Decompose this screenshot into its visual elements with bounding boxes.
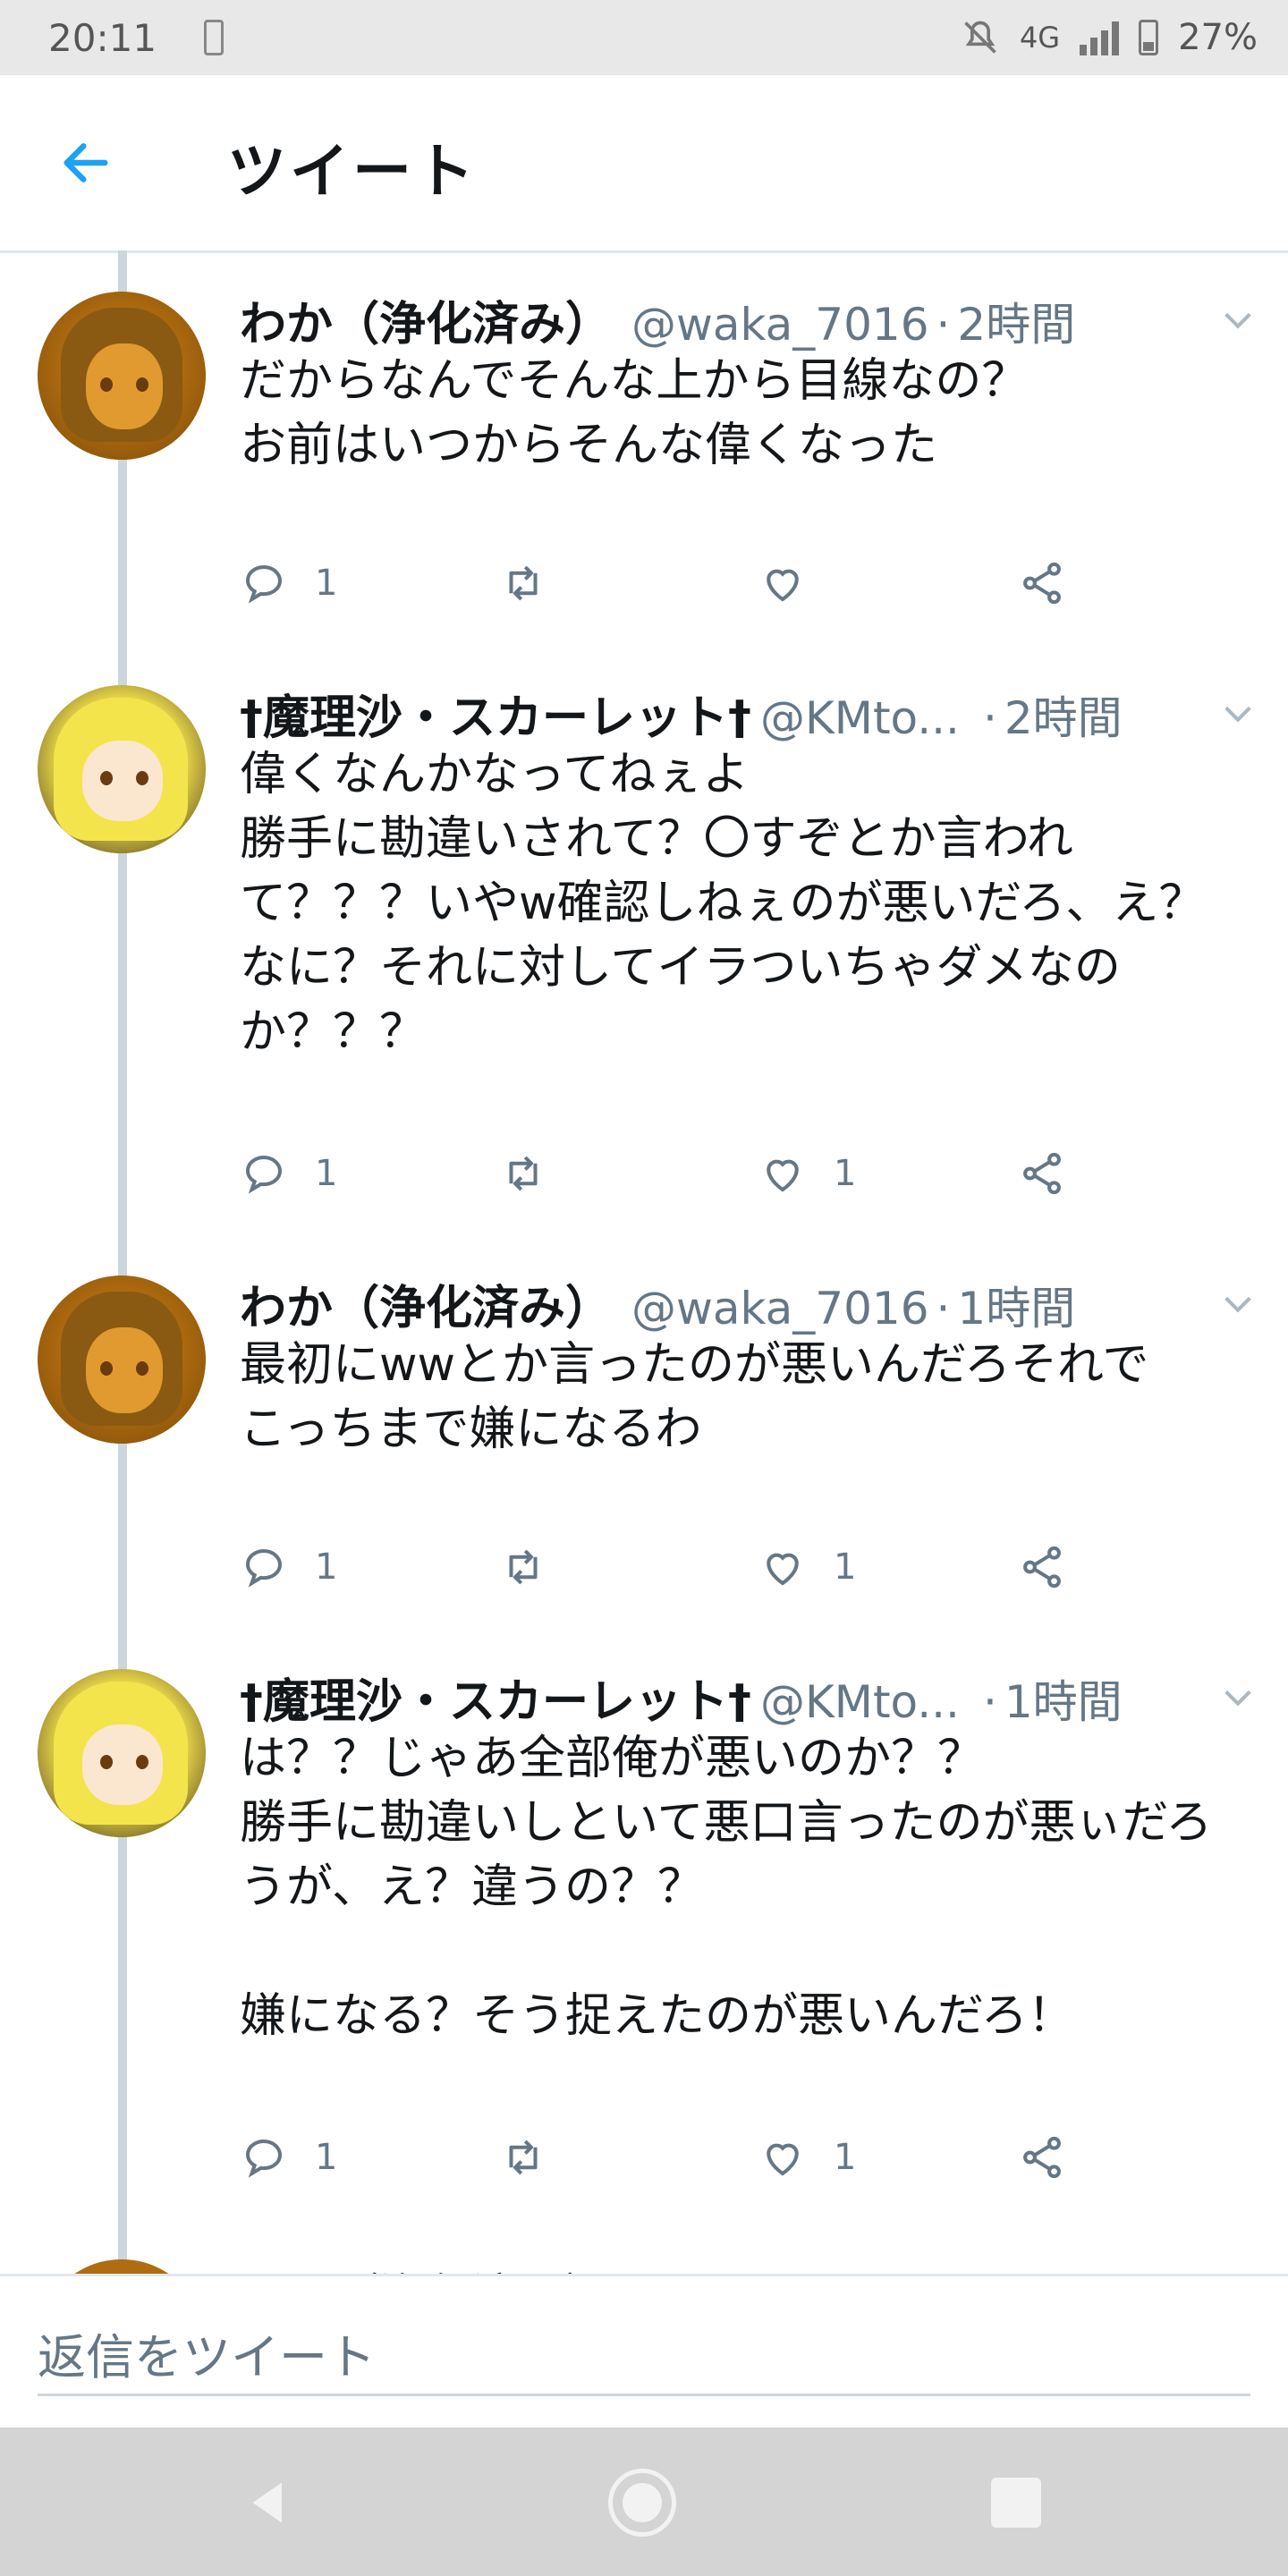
battery-icon — [1139, 20, 1159, 55]
heart-icon — [767, 1159, 799, 1192]
avatar[interactable] — [38, 1669, 206, 1837]
reply-count: 1 — [315, 563, 338, 604]
heart-icon — [767, 569, 799, 602]
reply-icon — [245, 2139, 283, 2178]
reply-button[interactable]: 1 — [240, 556, 337, 610]
tweet-text: だからなんでそんな上から目線なの？ お前はいつからそんな偉くなった — [240, 354, 1029, 472]
tweet-actions: 1 1 — [240, 2131, 1134, 2184]
like-button[interactable] — [758, 556, 834, 610]
tweet[interactable]: わか（浄化済み） @waka_7016 · 2時間 だからなんでそんな上から目線… — [0, 250, 1288, 644]
tweet-author-name[interactable]: †魔理沙・スカーレット† — [240, 1664, 751, 1731]
share-button[interactable] — [1018, 556, 1066, 610]
battery-percent: 27% — [1178, 17, 1258, 58]
retweet-button[interactable] — [499, 1147, 574, 1200]
like-button[interactable]: 1 — [758, 1540, 856, 1594]
like-button[interactable]: 1 — [758, 1147, 856, 1200]
tweet-time: 1時間 — [957, 1283, 1076, 1335]
tweet-time: 1時間 — [1004, 1676, 1123, 1728]
chevron-down-icon[interactable] — [1220, 1680, 1256, 1716]
avatar[interactable] — [38, 292, 206, 460]
share-button[interactable] — [1018, 2131, 1066, 2184]
share-icon — [1023, 2136, 1061, 2179]
tweet-time: 2時間 — [957, 299, 1076, 351]
status-bar: 20:11 4G 27% — [0, 0, 1288, 75]
like-button[interactable]: 1 — [758, 2131, 856, 2184]
app-header: ツイート — [0, 75, 1288, 253]
reply-icon — [245, 1155, 283, 1194]
tweet-author-name[interactable]: わか（浄化済み） — [240, 286, 612, 353]
heart-icon — [767, 2143, 799, 2176]
retweet-button[interactable] — [499, 556, 574, 610]
mute-bell-icon — [964, 21, 996, 54]
chevron-down-icon[interactable] — [1220, 1286, 1256, 1322]
tweet-author-handle[interactable]: @KMto... — [760, 1676, 960, 1728]
share-icon — [1023, 1152, 1061, 1195]
tweet-author-handle[interactable]: @waka_7016 — [631, 299, 929, 351]
like-count: 1 — [834, 2137, 857, 2178]
status-time: 20:11 — [48, 16, 157, 60]
avatar[interactable] — [38, 685, 206, 853]
reply-icon — [245, 1548, 283, 1588]
heart-icon — [767, 1553, 799, 1586]
tweet[interactable]: †魔理沙・スカーレット† @KMto... · 2時間 偉くなんかなってねぇよ … — [0, 644, 1288, 1234]
tweet-author-handle[interactable]: @KMto... — [760, 692, 960, 744]
tweet-actions: 1 — [240, 556, 1134, 610]
nav-recent-apps-icon[interactable] — [991, 2478, 1041, 2528]
tweet[interactable]: わか（浄化済み） @waka_7016 · 1時間 最初にwwとか言ったのが悪い… — [0, 1234, 1288, 1628]
nav-home-icon[interactable] — [608, 2469, 676, 2537]
reply-button[interactable]: 1 — [240, 1540, 337, 1594]
retweet-icon — [509, 1156, 538, 1191]
retweet-icon — [509, 2140, 538, 2175]
arrow-left-icon[interactable] — [57, 134, 114, 191]
tweet-text: は？？じゃあ全部俺が悪いのか？？ 勝手に勘違いしといて悪口言ったのが悪ぃだろうが… — [240, 1732, 1213, 2043]
tweet-author-name[interactable]: わか（浄化済み） — [240, 1270, 612, 1337]
next-tweet-partial[interactable]: わか（浄化済み） — [0, 2254, 1288, 2275]
reply-count: 1 — [315, 2137, 338, 2178]
system-nav-bar — [0, 2428, 1288, 2576]
retweet-icon — [509, 1549, 538, 1585]
tweet-text: 最初にwwとか言ったのが悪いんだろそれで こっちまで嫌になるわ — [240, 1338, 1149, 1456]
tweet-text: 偉くなんかなってねぇよ 勝手に勘違いされて？〇すぞとか言われて？？？いやw確認し… — [240, 748, 1206, 1059]
tweet-time: 2時間 — [1004, 692, 1123, 744]
tweet-actions: 1 1 — [240, 1147, 1134, 1200]
avatar[interactable] — [38, 1275, 206, 1444]
like-count: 1 — [834, 1153, 857, 1194]
chevron-down-icon[interactable] — [1220, 302, 1256, 338]
retweet-button[interactable] — [499, 2131, 574, 2184]
reply-count: 1 — [315, 1546, 338, 1588]
share-button[interactable] — [1018, 1147, 1066, 1200]
like-count: 1 — [834, 1546, 857, 1588]
chevron-down-icon[interactable] — [1220, 696, 1256, 732]
reply-button[interactable]: 1 — [240, 1147, 337, 1200]
tweet[interactable]: †魔理沙・スカーレット† @KMto... · 1時間 は？？じゃあ全部俺が悪い… — [0, 1628, 1288, 2236]
signal-icon — [1080, 20, 1120, 55]
reply-button[interactable]: 1 — [240, 2131, 337, 2184]
status-icons: 4G 27% — [961, 16, 1258, 59]
share-icon — [1023, 562, 1061, 605]
tweet-author-name[interactable]: †魔理沙・スカーレット† — [240, 680, 751, 747]
page-title: ツイート — [227, 137, 478, 206]
share-button[interactable] — [1018, 1540, 1066, 1594]
tweet-actions: 1 1 — [240, 1540, 1134, 1594]
reply-input[interactable]: 返信をツイート — [38, 2314, 1250, 2396]
retweet-button[interactable] — [499, 1540, 574, 1594]
tweet-author-handle[interactable]: @waka_7016 — [631, 1283, 929, 1335]
retweet-icon — [509, 565, 538, 601]
reply-bar: 返信をツイート — [0, 2274, 1288, 2430]
nav-back-icon[interactable] — [242, 2474, 295, 2531]
reply-icon — [245, 564, 283, 604]
battery-charging-icon — [204, 20, 224, 55]
network-type: 4G — [1019, 21, 1061, 55]
share-icon — [1023, 1546, 1061, 1589]
reply-count: 1 — [315, 1153, 338, 1194]
